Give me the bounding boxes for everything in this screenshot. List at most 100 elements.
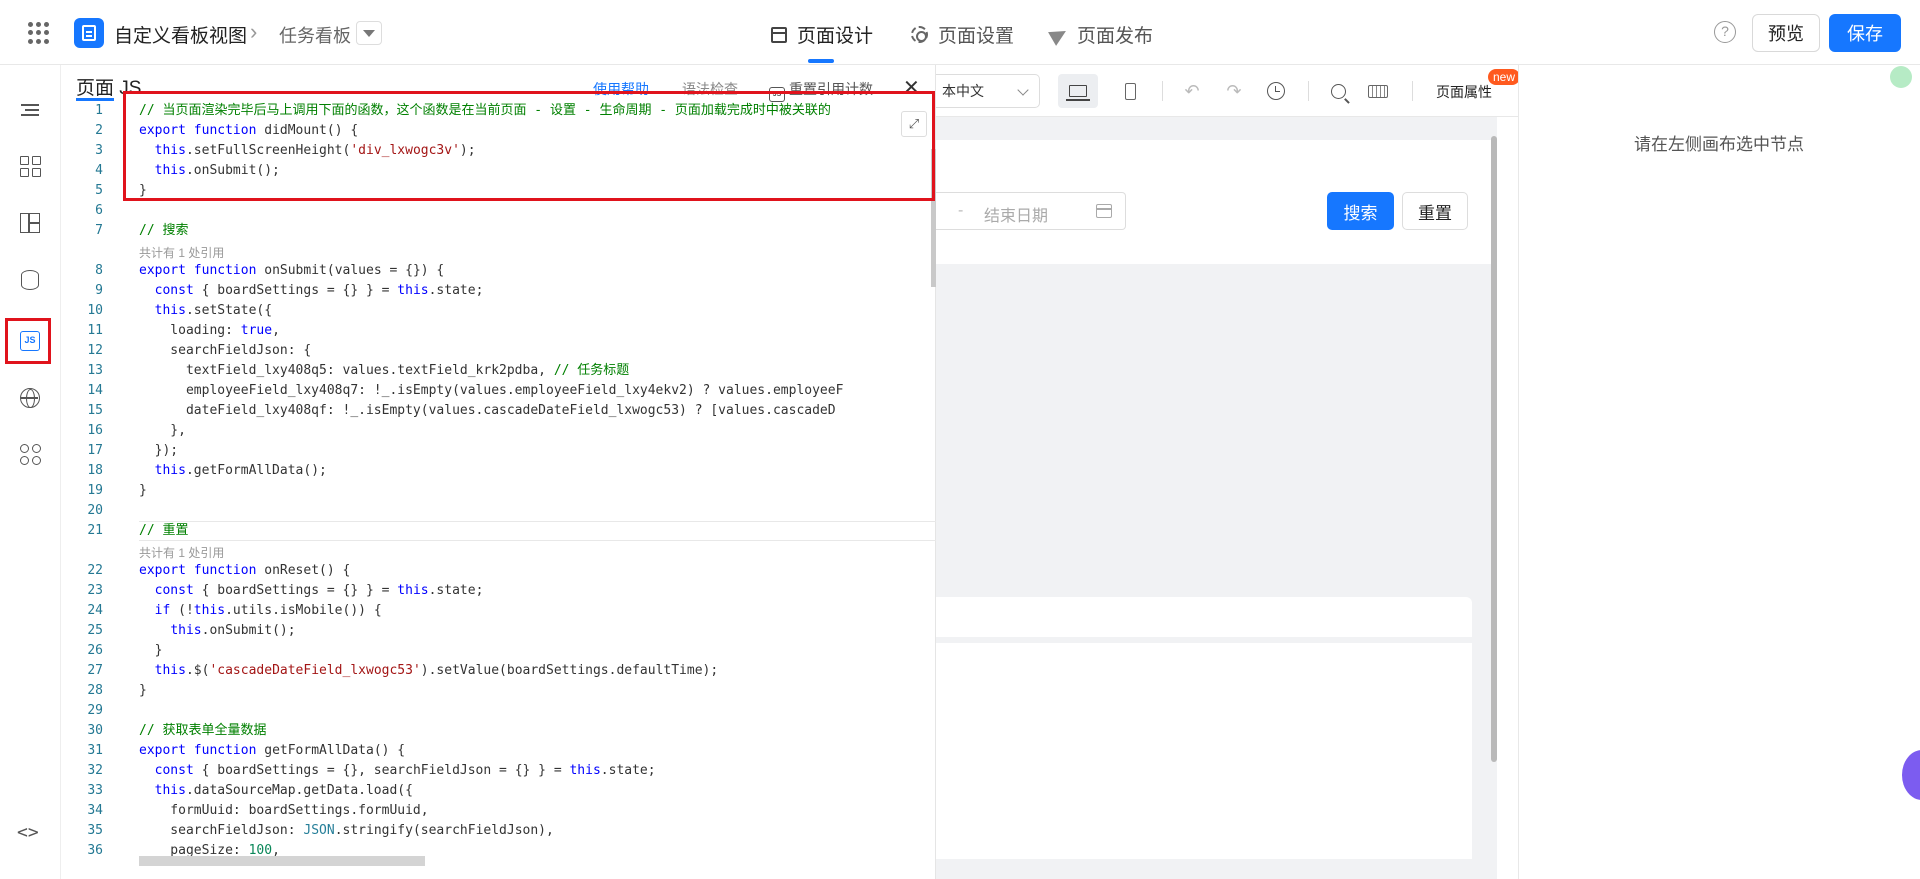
laptop-icon	[1066, 85, 1090, 101]
date-range-picker[interactable]: - 结束日期	[936, 192, 1126, 230]
code-line[interactable]: 19}	[61, 481, 936, 501]
code-line[interactable]: 18 this.getFormAllData();	[61, 461, 936, 481]
date-range-separator: -	[958, 202, 964, 219]
line-number: 31	[87, 743, 103, 758]
line-number: 13	[87, 363, 103, 378]
line-number: 35	[87, 823, 103, 838]
keyboard-icon	[1368, 84, 1388, 98]
globe-icon[interactable]	[17, 385, 43, 411]
code-editor[interactable]: 1// 当页面渲染完毕后马上调用下面的函数，这个函数是在当前页面 - 设置 - …	[61, 101, 936, 879]
code-line[interactable]: 28}	[61, 681, 936, 701]
page-switch-dropdown-icon[interactable]	[356, 21, 382, 45]
line-number: 24	[87, 603, 103, 618]
reference-count-note[interactable]: 共计有 1 处引用	[61, 541, 936, 561]
canvas-toolbar: 本中文 ↶ ↷ 页面属性 new	[936, 65, 1521, 117]
search-button[interactable]	[1318, 74, 1358, 108]
code-text: searchFieldJson: {	[139, 343, 312, 358]
line-number: 3	[95, 143, 103, 158]
canvas-scrollbar[interactable]	[1491, 136, 1497, 762]
tab-page-publish-label: 页面发布	[1077, 26, 1154, 47]
code-text: this.onSubmit();	[170, 623, 296, 638]
outline-tree-icon[interactable]	[17, 97, 43, 123]
code-line[interactable]: 13 textField_lxy408q5: values.textField_…	[61, 361, 936, 381]
code-line[interactable]: 20	[61, 501, 936, 521]
preview-button[interactable]: 预览	[1752, 14, 1820, 52]
tab-page-design-label: 页面设计	[797, 26, 874, 47]
code-text: formUuid: boardSettings.formUuid,	[139, 803, 429, 818]
components-icon[interactable]	[17, 153, 43, 179]
line-number: 30	[87, 723, 103, 738]
data-source-icon[interactable]	[17, 267, 43, 293]
desktop-view-button[interactable]	[1058, 74, 1098, 108]
code-line[interactable]: 24 if (!this.utils.isMobile()) {	[61, 601, 936, 621]
code-line[interactable]: 7 // 搜索	[61, 221, 936, 241]
line-number: 5	[95, 183, 103, 198]
source-code-toggle-icon[interactable]: <>	[17, 822, 39, 843]
history-button[interactable]	[1256, 74, 1296, 108]
code-line[interactable]: 12 searchFieldJson: {	[61, 341, 936, 361]
code-line[interactable]: 22 export function onReset() {	[61, 561, 936, 581]
code-line[interactable]: 30 // 获取表单全量数据	[61, 721, 936, 741]
help-icon[interactable]: ?	[1714, 21, 1736, 43]
tab-page-design[interactable]: 页面设计	[771, 21, 873, 48]
page-name[interactable]: 任务看板	[279, 22, 351, 48]
page-properties-button[interactable]: 页面属性	[1436, 82, 1492, 102]
code-line[interactable]: 34 formUuid: boardSettings.formUuid,	[61, 801, 936, 821]
code-line[interactable]: 16 },	[61, 421, 936, 441]
reference-count-note[interactable]: 共计有 1 处引用	[61, 241, 936, 261]
js-code-icon[interactable]: JS	[17, 328, 43, 354]
code-line[interactable]: 6	[61, 201, 936, 221]
app-title[interactable]: 自定义看板视图	[114, 21, 247, 48]
code-line[interactable]: 27 this.$('cascadeDateField_lxwogc53').s…	[61, 661, 936, 681]
undo-icon: ↶	[1184, 80, 1200, 101]
redo-button[interactable]: ↷	[1214, 74, 1254, 108]
empty-selection-tip: 请在左侧画布选中节点	[1634, 135, 1804, 154]
code-text: export function getFormAllData() {	[139, 743, 406, 758]
code-line[interactable]: 32 const { boardSettings = {}, searchFie…	[61, 761, 936, 781]
code-line[interactable]: 15 dateField_lxy408qf: !_.isEmpty(values…	[61, 401, 936, 421]
tab-page-settings-label: 页面设置	[938, 26, 1015, 47]
tab-page-publish[interactable]: 页面发布	[1048, 21, 1154, 48]
code-text: textField_lxy408q5: values.textField_krk…	[139, 363, 630, 378]
plugins-icon[interactable]	[17, 441, 43, 467]
tab-page-settings[interactable]: 页面设置	[911, 21, 1014, 48]
code-line[interactable]: 17 });	[61, 441, 936, 461]
top-bar: 自定义看板视图 › 任务看板 页面设计 页面设置 页面发布 ? 预览 保存	[0, 0, 1920, 65]
code-line[interactable]: 11 loading: true,	[61, 321, 936, 341]
line-number: 20	[87, 503, 103, 518]
save-button[interactable]: 保存	[1829, 14, 1901, 52]
code-text: this.getFormAllData();	[154, 463, 327, 478]
language-select[interactable]: 本中文	[936, 74, 1040, 108]
code-line[interactable]: 10 this.setState({	[61, 301, 936, 321]
canvas-reset-button[interactable]: 重置	[1402, 192, 1468, 230]
layout-icon[interactable]	[17, 210, 43, 236]
undo-button[interactable]: ↶	[1172, 74, 1212, 108]
gear-icon	[911, 26, 928, 43]
canvas-edge	[1497, 117, 1518, 879]
code-line[interactable]: 33 this.dataSourceMap.getData.load({	[61, 781, 936, 801]
active-tab-indicator	[808, 59, 834, 63]
code-line[interactable]: 31 export function getFormAllData() {	[61, 741, 936, 761]
shortcuts-button[interactable]	[1358, 74, 1398, 108]
code-line[interactable]: 14 employeeField_lxy408q7: !_.isEmpty(va…	[61, 381, 936, 401]
canvas-search-button[interactable]: 搜索	[1327, 192, 1394, 230]
code-line[interactable]: 26 }	[61, 641, 936, 661]
line-number: 25	[87, 623, 103, 638]
code-line[interactable]: 8 export function onSubmit(values = {}) {	[61, 261, 936, 281]
apps-grid-icon[interactable]	[28, 22, 50, 44]
calendar-icon	[1096, 204, 1112, 218]
line-number: 19	[87, 483, 103, 498]
code-line[interactable]: 25 this.onSubmit();	[61, 621, 936, 641]
code-line[interactable]: 9 const { boardSettings = {} } = this.st…	[61, 281, 936, 301]
code-line[interactable]: 29	[61, 701, 936, 721]
mobile-view-button[interactable]	[1110, 74, 1150, 108]
page-design-icon	[771, 26, 787, 43]
code-text: dateField_lxy408qf: !_.isEmpty(values.ca…	[139, 403, 836, 418]
redo-icon: ↷	[1226, 80, 1242, 101]
line-number: 1	[95, 103, 103, 118]
code-line[interactable]: 23 const { boardSettings = {} } = this.s…	[61, 581, 936, 601]
line-number: 12	[87, 343, 103, 358]
code-text: }	[139, 643, 163, 658]
code-line[interactable]: 35 searchFieldJson: JSON.stringify(searc…	[61, 821, 936, 841]
editor-horizontal-scrollbar[interactable]	[139, 856, 425, 866]
